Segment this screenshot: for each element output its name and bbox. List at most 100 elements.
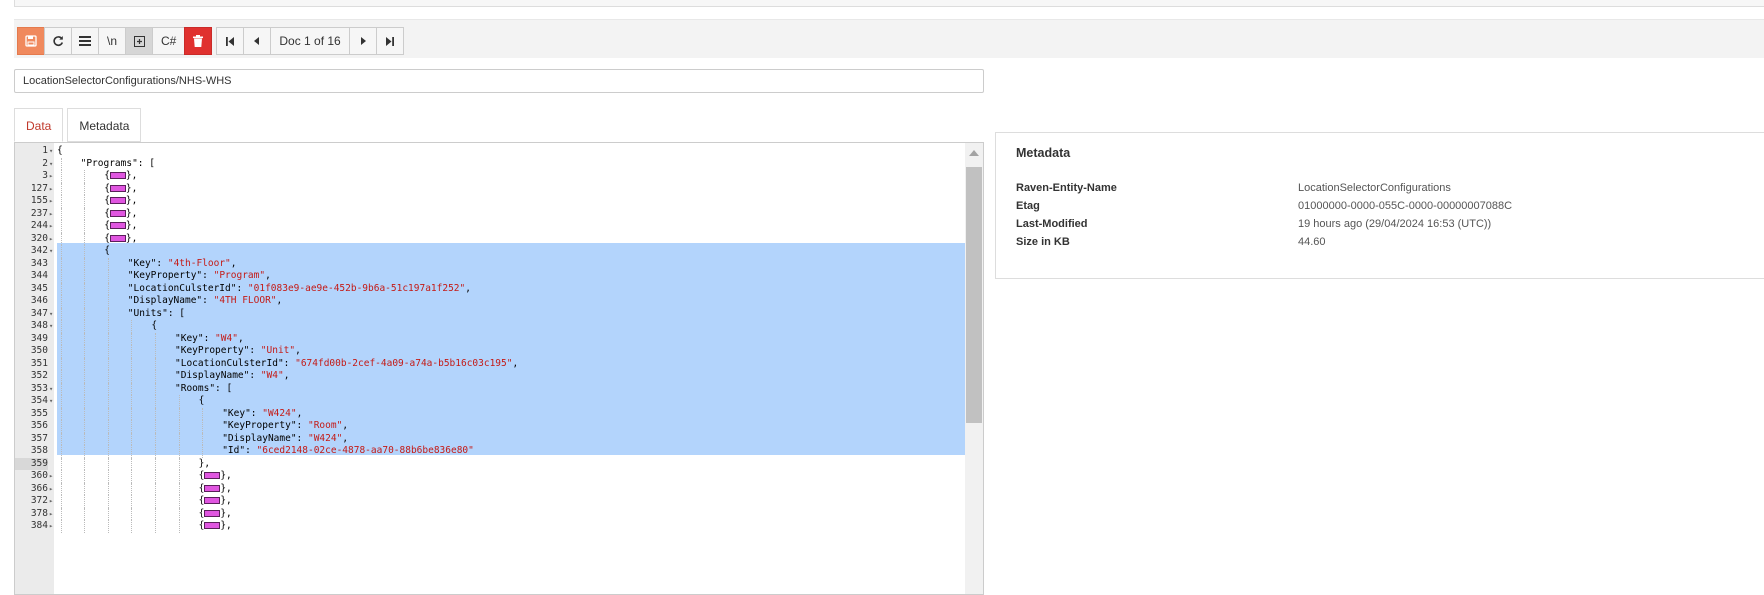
json-token: "DisplayName": bbox=[222, 432, 308, 444]
fold-widget-icon[interactable] bbox=[204, 497, 221, 504]
last-doc-button[interactable] bbox=[375, 27, 404, 55]
toggle-newlines-button[interactable]: \n bbox=[98, 27, 127, 55]
indent-guide bbox=[84, 457, 86, 470]
indent-guide bbox=[60, 420, 62, 433]
delete-button[interactable] bbox=[184, 27, 213, 55]
indent-guide bbox=[107, 457, 109, 470]
scrollbar-thumb[interactable] bbox=[966, 167, 982, 423]
fold-open-icon[interactable]: ▾ bbox=[49, 145, 54, 158]
indent-guide bbox=[60, 170, 62, 183]
indent-guide bbox=[107, 257, 109, 270]
code-line: 372 ▸ {}, bbox=[15, 495, 965, 508]
fold-widget-icon[interactable] bbox=[109, 197, 126, 204]
fold-open-icon[interactable]: ▾ bbox=[49, 395, 54, 408]
indent-guide bbox=[60, 295, 62, 308]
indent-guide bbox=[60, 370, 62, 383]
json-token: }, bbox=[125, 195, 138, 206]
json-token: , bbox=[295, 345, 301, 356]
tab-data[interactable]: Data bbox=[14, 108, 64, 142]
fold-open-icon[interactable]: ▾ bbox=[49, 383, 54, 396]
line-number: 349 bbox=[30, 332, 48, 344]
document-id-input[interactable] bbox=[14, 69, 984, 93]
line-number: 359 bbox=[15, 457, 48, 470]
code-line: 343 "Key": "4th-Floor", bbox=[15, 257, 965, 270]
indent-guide bbox=[84, 370, 86, 383]
fold-closed-icon[interactable]: ▸ bbox=[49, 170, 54, 183]
fold-closed-icon[interactable]: ▸ bbox=[49, 233, 54, 246]
tab-metadata[interactable]: Metadata bbox=[67, 108, 142, 142]
indent-guide bbox=[154, 457, 156, 470]
fold-closed-icon[interactable]: ▸ bbox=[49, 470, 54, 483]
fold-widget-icon[interactable] bbox=[204, 472, 221, 479]
json-string-value: "Room" bbox=[307, 420, 343, 431]
indent-guide bbox=[84, 170, 86, 183]
fold-closed-icon[interactable]: ▸ bbox=[49, 183, 54, 196]
fold-open-icon[interactable]: ▾ bbox=[49, 320, 54, 333]
fold-widget-icon[interactable] bbox=[109, 234, 126, 242]
indent-guide bbox=[84, 382, 86, 395]
line-number: 155 bbox=[30, 195, 48, 206]
indent-guide bbox=[84, 257, 86, 270]
code-text: "Units": [ bbox=[128, 308, 185, 321]
fold-open-icon[interactable]: ▾ bbox=[49, 158, 54, 171]
fold-closed-icon[interactable]: ▸ bbox=[49, 483, 54, 496]
fold-widget-icon[interactable] bbox=[109, 184, 126, 192]
fold-closed-icon[interactable]: ▸ bbox=[49, 495, 54, 508]
indent-guide bbox=[154, 482, 156, 495]
indent-guide bbox=[131, 395, 133, 408]
fold-open-icon[interactable]: ▾ bbox=[49, 308, 54, 321]
indent-guide bbox=[60, 395, 62, 408]
indent-guide bbox=[178, 432, 180, 445]
code-text: { bbox=[151, 320, 157, 333]
fold-widget-icon[interactable] bbox=[109, 209, 126, 217]
line-number: 356 bbox=[30, 420, 48, 431]
indent-guide bbox=[60, 382, 62, 395]
indent-guide bbox=[154, 407, 156, 420]
indent-guide bbox=[107, 420, 109, 433]
json-string-value: "4th-Floor" bbox=[167, 257, 231, 269]
code-line: 357 "DisplayName": "W424", bbox=[15, 432, 965, 445]
fold-widget-icon[interactable] bbox=[204, 522, 221, 529]
indent-guide bbox=[154, 370, 156, 383]
toggle-collapse-button[interactable] bbox=[125, 27, 154, 55]
fold-widget-icon[interactable] bbox=[204, 509, 221, 517]
line-number: 372 bbox=[30, 495, 48, 506]
list-icon bbox=[79, 36, 91, 46]
format-list-button[interactable] bbox=[71, 27, 99, 55]
editor-vertical-scrollbar[interactable] bbox=[965, 143, 983, 594]
indent-guide bbox=[60, 157, 62, 170]
indent-guide bbox=[84, 270, 86, 283]
code-line: 354 ▾ { bbox=[15, 395, 965, 408]
first-doc-button[interactable] bbox=[216, 27, 245, 55]
generate-csharp-button[interactable]: C# bbox=[152, 27, 186, 55]
next-doc-button[interactable] bbox=[348, 27, 377, 55]
indent-guide bbox=[84, 495, 86, 508]
save-button[interactable] bbox=[17, 27, 45, 55]
line-number: 344 bbox=[30, 270, 48, 281]
fold-closed-icon[interactable]: ▸ bbox=[49, 195, 54, 208]
code-text: {}, bbox=[104, 195, 137, 208]
code-line: 3 ▸ {}, bbox=[15, 170, 965, 183]
line-number: 355 bbox=[30, 407, 48, 419]
json-token: }, bbox=[220, 470, 232, 481]
refresh-button[interactable] bbox=[44, 27, 72, 55]
fold-closed-icon[interactable]: ▸ bbox=[49, 220, 54, 233]
code-text: {}, bbox=[104, 170, 137, 183]
trash-icon bbox=[193, 35, 204, 47]
scroll-up-arrow-icon[interactable] bbox=[969, 150, 979, 156]
line-number: 366 bbox=[30, 482, 48, 494]
indent-guide bbox=[131, 370, 133, 383]
previous-doc-button[interactable] bbox=[243, 27, 272, 55]
fold-open-icon[interactable]: ▾ bbox=[49, 245, 54, 258]
fold-widget-icon[interactable] bbox=[109, 222, 126, 229]
indent-guide bbox=[84, 395, 86, 408]
fold-closed-icon[interactable]: ▸ bbox=[49, 208, 54, 221]
fold-widget-icon[interactable] bbox=[109, 172, 126, 179]
fold-closed-icon[interactable]: ▸ bbox=[49, 520, 54, 533]
json-editor[interactable]: 1 ▾{2 ▾ "Programs": [3 ▸{}, 127 ▸{}, 155 ▸{}, 237… bbox=[14, 142, 984, 595]
json-token: }, bbox=[198, 457, 211, 469]
fold-widget-icon[interactable] bbox=[204, 484, 221, 492]
fold-closed-icon[interactable]: ▸ bbox=[49, 508, 54, 521]
line-number: 320 bbox=[30, 232, 48, 244]
indent-guide bbox=[84, 332, 86, 345]
